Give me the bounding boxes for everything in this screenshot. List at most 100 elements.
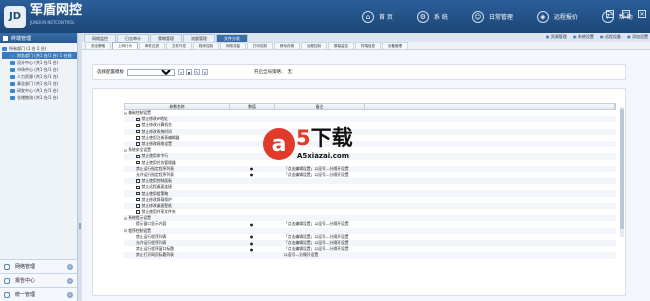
splitter-grip[interactable]	[79, 223, 81, 229]
checkbox[interactable]	[136, 179, 140, 183]
grid-row-label: 禁止运行程序窗口标题	[136, 246, 174, 252]
save-icon[interactable]: ▪	[186, 69, 192, 75]
checkbox[interactable]	[136, 142, 140, 146]
collapse-icon[interactable]: ⊟	[124, 148, 127, 153]
checkbox[interactable]	[136, 191, 140, 196]
right-tool[interactable]: 系统设置	[573, 34, 594, 40]
minimize-icon[interactable]: —	[606, 10, 614, 18]
secondary-tab[interactable]: 程序控制	[193, 42, 219, 49]
topnav-item-3[interactable]: ◈ 远程报价	[525, 0, 590, 33]
tree-item[interactable]: 设计中心 (共1 台/1 台)	[2, 59, 77, 66]
checkbox[interactable]	[136, 123, 140, 128]
checkbox[interactable]	[136, 185, 140, 190]
tree-item[interactable]: 市场中心 (共1 台/1 台)	[2, 66, 77, 73]
right-tool[interactable]: 资源管理	[546, 34, 567, 40]
primary-tab[interactable]: 策略管理	[150, 34, 182, 42]
grid-row-value[interactable]: ●	[229, 222, 274, 227]
grid-row-note: 「点击编辑设置」以逗号—分隔开设置	[284, 240, 349, 246]
right-tool[interactable]: 添加设置	[627, 34, 648, 40]
collapse-icon[interactable]: ⊟	[124, 111, 127, 116]
checkbox[interactable]	[136, 210, 140, 214]
watermark-big: 下载	[310, 126, 353, 150]
grid-row-value[interactable]: ●	[229, 241, 274, 246]
grid-row[interactable]: 禁止打开网页标题列表 以逗号—分隔开设置	[124, 252, 616, 259]
secondary-tab[interactable]: 文件外发	[166, 42, 192, 49]
topnav-item-1[interactable]: ⚙ 系 统	[405, 0, 460, 33]
primary-tab[interactable]: 流量管理	[183, 34, 215, 42]
tree-item[interactable]: 人力资源 (共1 台/1 台)	[2, 73, 77, 80]
grid-row-name: 禁止运行程序窗口标题	[124, 246, 229, 252]
secondary-tab[interactable]: 远程控制	[301, 42, 327, 49]
collapse-icon[interactable]: ⊟	[124, 228, 127, 233]
delete-icon[interactable]: ✕	[202, 69, 208, 75]
maximize-icon[interactable]: □	[622, 10, 630, 18]
grid-scrollbar[interactable]	[620, 107, 624, 237]
tree-item[interactable]: 仓储物流 (共1 台/1 台)	[2, 94, 77, 101]
app-window: JD 军盾网控 JUNDUN NETCONTROL ⌂ 首 页 ⚙ 系 统 ☺ 日常管理 ◈…	[0, 0, 650, 301]
secondary-tab[interactable]: 终端信息	[355, 42, 381, 49]
template-select[interactable]	[127, 68, 175, 76]
grid-row-name: 允许运行指定程序列表	[124, 172, 229, 178]
checkbox[interactable]	[136, 136, 140, 140]
primary-tab[interactable]: 日志审计	[117, 34, 149, 42]
sidebar-nav-0[interactable]: 网络管理 »	[0, 259, 77, 273]
close-icon[interactable]: ✕	[638, 10, 646, 18]
add-icon[interactable]: +	[178, 69, 184, 75]
chevron-down-icon[interactable]: »	[67, 263, 73, 270]
window-controls: — □ ✕	[606, 10, 646, 18]
grid-row-note: 以逗号—分隔开设置	[284, 252, 319, 258]
secondary-tab[interactable]: 安全策略	[85, 42, 111, 49]
sidebar-nav-1[interactable]: 报告中心 »	[0, 273, 77, 287]
grid-row-name: 禁止修改IP地址	[124, 116, 229, 122]
topnav-item-2[interactable]: ☺ 日常管理	[460, 0, 525, 33]
grid-row-value[interactable]: ●	[229, 234, 274, 239]
logo-badge: JD	[4, 5, 26, 28]
grid-row-name: ⊟ 基础控制设置	[124, 110, 229, 116]
home-icon: ⌂	[362, 10, 374, 23]
grid-row-label: 禁止使用任务管理器	[141, 159, 176, 165]
right-tool[interactable]: 远程设备	[600, 34, 621, 40]
grid-row-value[interactable]: ●	[229, 166, 274, 171]
checkbox[interactable]	[136, 160, 140, 165]
checkbox[interactable]	[136, 154, 140, 159]
template-label: 选择配置模板	[97, 70, 124, 75]
grid-row-name: 禁止打开网页标题列表	[124, 252, 229, 258]
checkbox[interactable]	[136, 117, 140, 122]
chevron-down-icon[interactable]: »	[67, 291, 73, 298]
grid-row-name: 禁止远程桌面连接	[124, 184, 229, 190]
collapse-icon[interactable]: ⊟	[124, 216, 127, 221]
topnav-item-0[interactable]: ⌂ 首 页	[350, 0, 405, 33]
secondary-tab[interactable]: 打印控制	[247, 42, 273, 49]
grid-row-note: 「点击编辑设置」以逗号—分隔开设置	[284, 171, 349, 177]
logo: JD 军盾网控 JUNDUN NETCONTROL	[4, 3, 82, 30]
primary-tab[interactable]: 文件分发	[216, 34, 248, 42]
edit-icon[interactable]: ✎	[194, 69, 200, 75]
secondary-tab[interactable]: 移动存储	[274, 42, 300, 49]
checkbox[interactable]	[136, 197, 140, 202]
grid-row-value[interactable]: ●	[229, 172, 274, 177]
checkbox[interactable]	[136, 129, 140, 134]
chevron-down-icon[interactable]: »	[67, 277, 73, 284]
tree-item[interactable]: 事业部门 (共1 台/1 台)	[2, 80, 77, 87]
secondary-tab[interactable]: 网络流量	[220, 42, 246, 49]
grid-row-note: 「点击编辑设置」以逗号—分隔开设置	[284, 233, 349, 239]
department-icon	[10, 81, 15, 86]
secondary-tab[interactable]: 邮件过滤	[139, 42, 165, 49]
secondary-tab[interactable]: 设备管理	[382, 42, 408, 49]
secondary-tab[interactable]: 上网行为	[112, 42, 138, 49]
tree-item[interactable]: 研发中心 (共1 台/1 台)	[2, 87, 77, 94]
primary-tab[interactable]: 网络监控	[84, 34, 116, 42]
grid-row-value[interactable]: ●	[229, 247, 274, 252]
grid-row-label: 禁止使用注册表编辑器	[141, 134, 180, 140]
tree-item[interactable]: 财务部门 (共1 台/1 台) 1 在线	[2, 52, 77, 59]
scrollbar-thumb[interactable]	[620, 109, 624, 229]
grid-header-value: 数值	[230, 104, 275, 109]
grid-header: 参数名称 数值 备注	[124, 103, 616, 110]
tree-item[interactable]: 所有部门 (1 台 2 台)	[2, 45, 77, 52]
topnav-label: 远程报价	[553, 14, 578, 21]
tree-item-label: 设计中心 (共1 台/1 台)	[17, 59, 59, 65]
checkbox[interactable]	[136, 204, 140, 208]
grid-row-label: 禁止使用组策略	[141, 190, 169, 196]
secondary-tab[interactable]: 屏幕监控	[328, 42, 354, 49]
sidebar-nav-2[interactable]: 统一管理 »	[0, 287, 77, 301]
